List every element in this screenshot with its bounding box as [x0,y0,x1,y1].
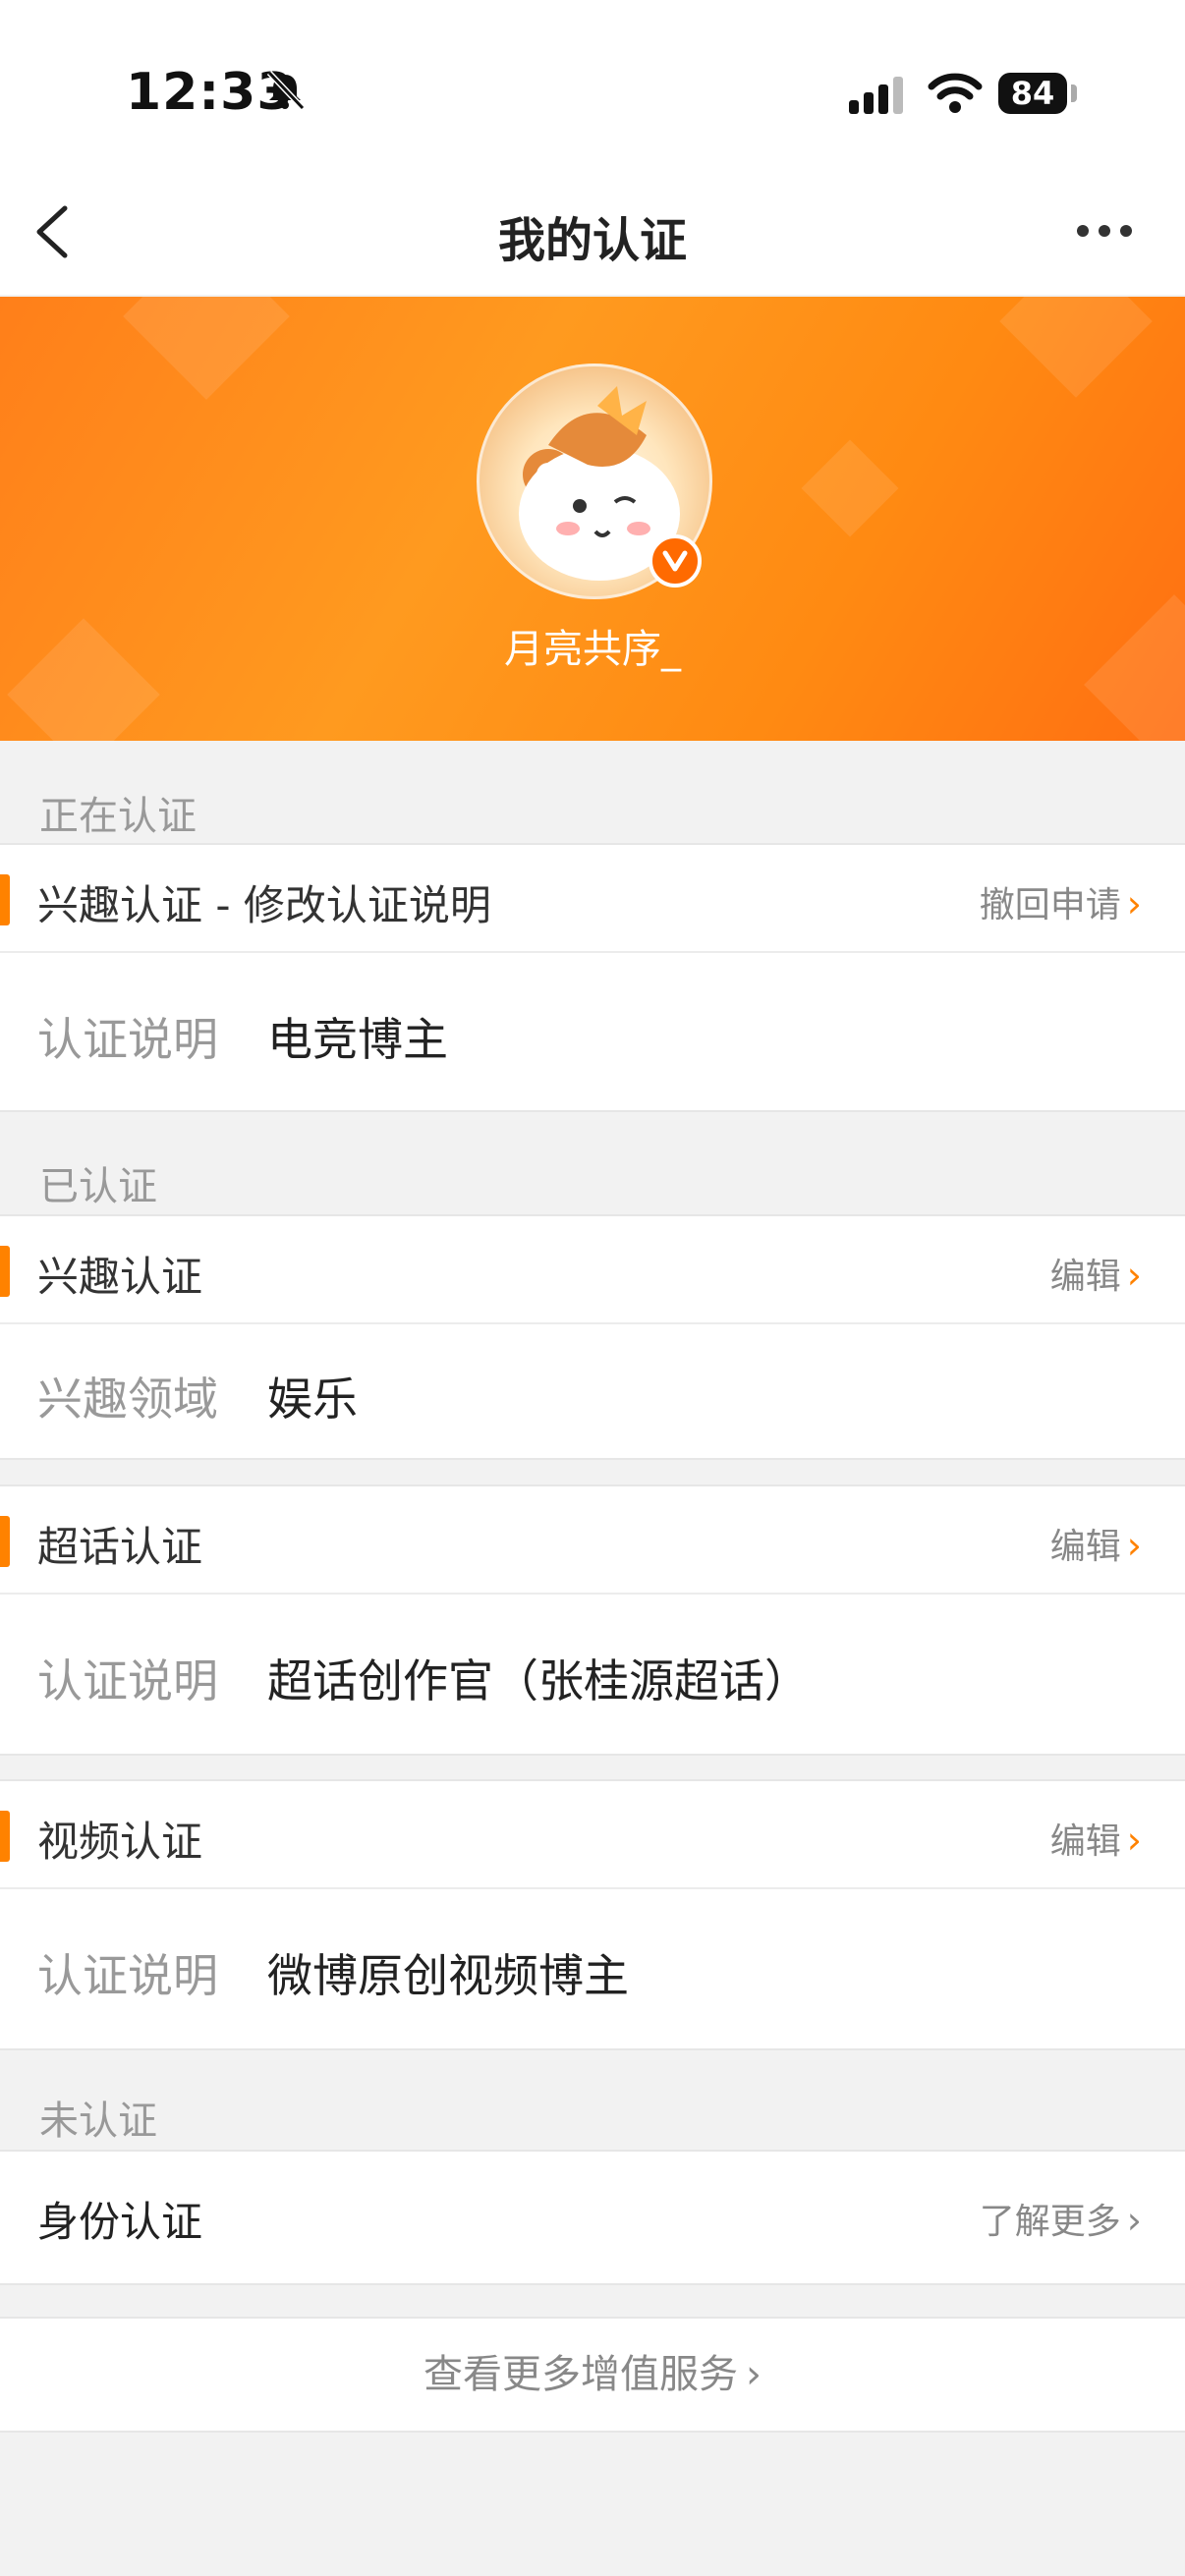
accent-bar [0,1811,10,1862]
more-dots-icon[interactable] [1077,222,1142,241]
cellular-signal-icon [849,77,903,114]
edit-button[interactable]: 编辑 › [1050,1248,1142,1299]
chevron-right-icon: › [1126,882,1142,925]
chevron-right-icon: › [746,2352,762,2397]
card-interest-verification: 兴趣认证 编辑 › 兴趣领域 娱乐 [0,1214,1185,1460]
card-header: 兴趣认证 - 修改认证说明 撤回申请 › [0,845,1185,953]
accent-bar [0,874,10,925]
detail-row: 认证说明 超话创作官（张桂源超话） [0,1595,1185,1752]
page-title: 我的认证 [497,213,687,268]
card-in-progress: 兴趣认证 - 修改认证说明 撤回申请 › 认证说明 电竞博主 [0,843,1185,1112]
chevron-right-icon: › [1126,2199,1142,2242]
card-header: 超话认证 编辑 › [0,1486,1185,1595]
card-title: 身份认证 [37,2198,203,2246]
battery-tip [1071,84,1077,102]
edit-button[interactable]: 编辑 › [1050,1518,1142,1569]
verified-badge [649,534,702,588]
card-header: 兴趣认证 编辑 › [0,1216,1185,1324]
card-title: 兴趣认证 - 修改认证说明 [37,881,491,929]
section-label-unverified: 未认证 [39,2099,157,2144]
card-header: 视频认证 编辑 › [0,1781,1185,1889]
card-video-verification: 视频认证 编辑 › 认证说明 微博原创视频博主 [0,1779,1185,2050]
chevron-right-icon: › [1126,1524,1142,1567]
accent-bar [0,1516,10,1567]
action-label: 撤回申请 [979,885,1121,925]
action-label: 编辑 [1049,1527,1121,1567]
battery-indicator: 84 [998,73,1067,114]
section-label-in-progress: 正在认证 [39,794,197,839]
action-label: 编辑 [1049,1257,1121,1297]
section-label-verified: 已认证 [39,1164,157,1209]
more-services-label: 查看更多增值服务 [423,2352,738,2397]
bell-muted-icon [266,70,306,111]
more-services-button[interactable]: 查看更多增值服务 › [0,2317,1185,2433]
withdraw-application-button[interactable]: 撤回申请 › [980,876,1142,927]
profile-username: 月亮共序_ [504,627,681,672]
card-identity-verification[interactable]: 身份认证 了解更多 › [0,2150,1185,2285]
edit-button[interactable]: 编辑 › [1050,1813,1142,1864]
wifi-icon [928,73,983,113]
card-supertopic-verification: 超话认证 编辑 › 认证说明 超话创作官（张桂源超话） [0,1484,1185,1756]
detail-label: 认证说明 [37,1013,218,1066]
detail-row: 兴趣领域 娱乐 [0,1324,1185,1456]
card-title: 兴趣认证 [37,1253,203,1301]
detail-label: 兴趣领域 [37,1372,218,1426]
detail-label: 认证说明 [37,1949,218,2002]
chevron-right-icon: › [1126,1254,1142,1297]
accent-bar [0,1246,10,1297]
detail-value: 超话创作官（张桂源超话） [267,1654,810,1708]
action-label: 了解更多 [979,2202,1121,2242]
detail-row: 认证说明 微博原创视频博主 [0,1889,1185,2046]
detail-value: 微博原创视频博主 [267,1949,629,2002]
card-title: 超话认证 [37,1523,203,1571]
action-label: 编辑 [1049,1821,1121,1862]
detail-value: 娱乐 [267,1372,358,1426]
chevron-right-icon: › [1126,1819,1142,1862]
detail-label: 认证说明 [37,1654,218,1708]
detail-value: 电竞博主 [267,1013,448,1066]
learn-more-button[interactable]: 了解更多 › [980,2193,1142,2244]
detail-row: 认证说明 电竞博主 [0,953,1185,1108]
card-title: 视频认证 [37,1818,203,1866]
